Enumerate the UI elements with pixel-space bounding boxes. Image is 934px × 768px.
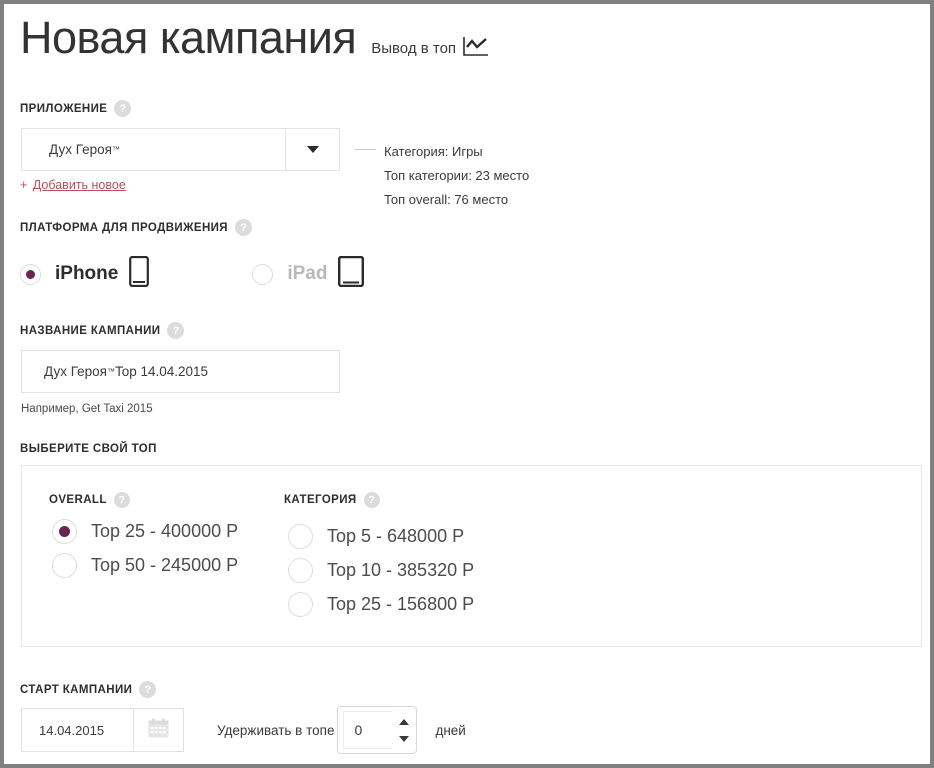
hold-days-label: Удерживать в топе: [217, 722, 335, 738]
app-select-value-trademark: ™: [111, 145, 120, 154]
category-column-label-text: КАТЕГОРИЯ: [284, 494, 357, 506]
page-header: Новая кампания Вывод в топ: [20, 12, 489, 67]
campaign-name-label-text: НАЗВАНИЕ КАМПАНИИ: [20, 324, 161, 337]
category-option-row[interactable]: Top 5 - 648000 Р: [288, 519, 474, 553]
radio-overall-top25[interactable]: [52, 518, 77, 544]
start-date-field[interactable]: 14.04.2015: [21, 708, 184, 752]
platform-section-label: ПЛАТФОРМА ДЛЯ ПРОДВИЖЕНИЯ ?: [20, 219, 252, 236]
platform-option-ipad[interactable]: iPad: [252, 255, 365, 292]
line-chart-icon: [463, 36, 489, 62]
category-option-row[interactable]: Top 10 - 385320 Р: [288, 553, 474, 587]
top-section-label: ВЫБЕРИТЕ СВОЙ ТОП: [20, 443, 157, 455]
campaign-name-value-trademark: ™: [106, 367, 115, 376]
platform-option-ipad-label: iPad: [287, 263, 328, 284]
hold-days-stepper[interactable]: 0: [337, 706, 418, 754]
radio-dot: [26, 269, 35, 279]
overall-options: Top 25 - 400000 Р Top 50 - 245000 Р: [52, 514, 238, 582]
platform-section-label-text: ПЛАТФОРМА ДЛЯ ПРОДВИЖЕНИЯ: [20, 221, 228, 234]
app-select-value-text: Дух Героя: [49, 142, 112, 157]
page-subtitle-group: Вывод в топ: [371, 36, 489, 67]
ipad-icon: [338, 255, 365, 292]
info-divider: [354, 149, 376, 150]
days-unit-label: дней: [435, 722, 466, 738]
radio-category-top10[interactable]: [288, 557, 313, 583]
app-info-top-overall: Топ overall: 76 место: [384, 192, 509, 207]
calendar-picker-button[interactable]: [133, 709, 183, 751]
page-subtitle: Вывод в топ: [371, 40, 457, 57]
help-icon-start[interactable]: ?: [139, 681, 157, 698]
top-section-label-text: ВЫБЕРИТЕ СВОЙ ТОП: [20, 443, 157, 455]
campaign-name-section-label: НАЗВАНИЕ КАМПАНИИ ?: [20, 322, 185, 339]
campaign-name-value-suffix: Top 14.04.2015: [114, 364, 209, 379]
help-icon-platform[interactable]: ?: [234, 219, 252, 236]
start-section-label: СТАРТ КАМПАНИИ ?: [20, 681, 157, 698]
page-content: Новая кампания Вывод в топ ПРИЛОЖЕНИЕ ? …: [4, 4, 930, 764]
radio-category-top25[interactable]: [288, 591, 313, 617]
app-info-top-category: Топ категории: 23 место: [384, 168, 530, 183]
help-icon-app[interactable]: ?: [114, 100, 132, 117]
category-option-label: Top 10 - 385320 Р: [327, 559, 475, 580]
add-new-app-label[interactable]: Добавить новое: [33, 178, 126, 192]
app-info-category: Категория: Игры: [384, 144, 483, 159]
iphone-icon: [129, 255, 150, 292]
overall-column-label-text: OVERALL: [49, 494, 107, 506]
campaign-name-hint: Например, Get Taxi 2015: [21, 403, 153, 415]
caret-up-icon[interactable]: [399, 718, 410, 725]
app-section-label-text: ПРИЛОЖЕНИЕ: [20, 102, 108, 115]
radio-dot: [59, 525, 70, 537]
chevron-down-icon: [306, 146, 319, 153]
overall-option-row[interactable]: Top 50 - 245000 Р: [52, 548, 238, 582]
overall-column-label: OVERALL ?: [49, 492, 130, 508]
category-option-label: Top 5 - 648000 Р: [327, 525, 465, 546]
overall-option-label: Top 25 - 400000 Р: [91, 520, 239, 541]
app-select[interactable]: Дух Героя ™: [21, 128, 340, 171]
app-select-dropdown-button[interactable]: [285, 129, 339, 170]
hold-days-stepper-buttons: [392, 707, 416, 753]
category-column-label: КАТЕГОРИЯ ?: [284, 492, 380, 508]
help-icon-category[interactable]: ?: [363, 492, 380, 508]
app-section-label: ПРИЛОЖЕНИЕ ?: [20, 100, 132, 117]
radio-category-top5[interactable]: [288, 523, 313, 549]
overall-option-row[interactable]: Top 25 - 400000 Р: [52, 514, 238, 548]
category-option-label: Top 25 - 156800 Р: [327, 593, 475, 614]
radio-overall-top50[interactable]: [52, 552, 77, 578]
platform-radio-group: iPhone iPad: [20, 255, 365, 292]
hold-days-input[interactable]: 0: [343, 711, 393, 749]
add-new-app-link[interactable]: + Добавить новое: [20, 178, 126, 192]
campaign-name-input[interactable]: Дух Героя ™ Top 14.04.2015: [21, 350, 340, 393]
category-option-row[interactable]: Top 25 - 156800 Р: [288, 587, 474, 621]
top-selection-panel: OVERALL ? Top 25 - 400000 Р Top 50 - 245…: [21, 465, 922, 647]
radio-ipad[interactable]: [252, 263, 274, 285]
radio-iphone[interactable]: [20, 263, 41, 285]
plus-icon: +: [20, 178, 28, 192]
hold-days-group: Удерживать в топе 0 дней: [217, 706, 466, 754]
overall-option-label: Top 50 - 245000 Р: [91, 554, 239, 575]
category-options: Top 5 - 648000 Р Top 10 - 385320 Р Top 2…: [288, 519, 474, 621]
platform-option-iphone[interactable]: iPhone: [20, 255, 150, 292]
page-title: Новая кампания: [20, 12, 357, 63]
campaign-name-value-prefix: Дух Героя: [44, 364, 107, 379]
app-info-list: Категория: Игры Топ категории: 23 место …: [384, 140, 529, 212]
help-icon-overall[interactable]: ?: [113, 492, 130, 508]
platform-option-iphone-label: iPhone: [55, 263, 119, 284]
help-icon-campaign-name[interactable]: ?: [167, 322, 185, 339]
app-select-value[interactable]: Дух Героя ™: [22, 129, 285, 170]
start-section-label-text: СТАРТ КАМПАНИИ: [20, 683, 133, 696]
calendar-icon: [148, 718, 169, 743]
caret-down-icon[interactable]: [399, 735, 410, 742]
start-date-value[interactable]: 14.04.2015: [22, 709, 133, 751]
